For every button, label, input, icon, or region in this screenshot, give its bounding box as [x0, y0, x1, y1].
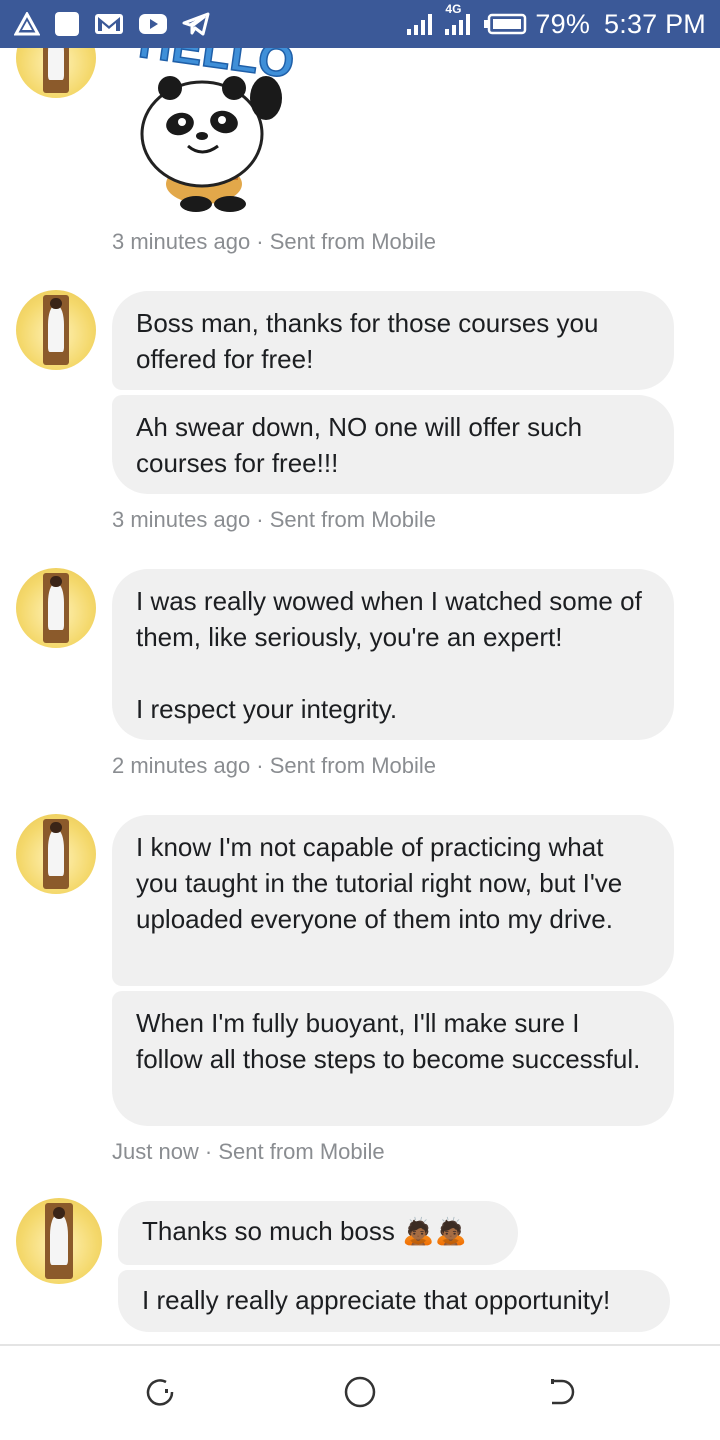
message-bubble[interactable]: Boss man, thanks for those courses you o… [112, 291, 674, 390]
clock-time: 5:37 PM [604, 8, 706, 39]
signal-icon [405, 12, 435, 36]
sender-avatar[interactable] [16, 290, 96, 370]
message-meta: Just now · Sent from Mobile [112, 1139, 385, 1164]
home-icon [343, 1375, 377, 1414]
message-meta: 3 minutes ago · Sent from Mobile [112, 507, 437, 532]
message-meta: 2 minutes ago · Sent from Mobile [112, 753, 437, 778]
triangle-alert-icon [14, 12, 40, 36]
message-meta: 3 minutes ago · Sent from Mobile [112, 229, 437, 254]
notification-icons [14, 11, 210, 37]
message-thread[interactable]: HELLO 3 minutes ago · Sent from Mobile B… [0, 48, 720, 1344]
square-app-icon [54, 11, 80, 37]
back-icon [544, 1376, 576, 1413]
battery-percent: 79% [535, 8, 591, 39]
back-button[interactable] [540, 1374, 580, 1414]
sender-avatar[interactable] [16, 814, 96, 894]
message-bubble[interactable]: Thanks so much boss 🙇🏾🙇🏾 [118, 1201, 518, 1265]
youtube-icon [138, 13, 168, 35]
system-nav-bar [0, 1344, 720, 1440]
recent-apps-icon [144, 1376, 176, 1413]
recent-apps-button[interactable] [140, 1374, 180, 1414]
message-bubble[interactable]: When I'm fully buoyant, I'll make sure I… [112, 991, 674, 1126]
signal-4g-icon: 4G [443, 2, 475, 37]
hello-panda-sticker[interactable]: HELLO [126, 48, 298, 216]
status-bar: 4G 79% 5:37 PM [0, 0, 720, 48]
sender-avatar[interactable] [16, 568, 96, 648]
network-label: 4G [445, 2, 462, 16]
system-indicators: 4G 79% 5:37 PM [405, 2, 706, 40]
message-bubble[interactable]: I was really wowed when I watched some o… [112, 569, 674, 740]
battery-icon [483, 13, 527, 35]
message-bubble[interactable]: I know I'm not capable of practicing wha… [112, 815, 674, 986]
message-bubble[interactable]: I really really appreciate that opportun… [118, 1270, 670, 1332]
telegram-icon [182, 12, 210, 36]
sender-avatar[interactable] [16, 48, 96, 98]
gmail-icon [94, 12, 124, 36]
home-button[interactable] [340, 1374, 380, 1414]
sender-avatar[interactable] [16, 1198, 102, 1284]
message-bubble[interactable]: Ah swear down, NO one will offer such co… [112, 395, 674, 494]
